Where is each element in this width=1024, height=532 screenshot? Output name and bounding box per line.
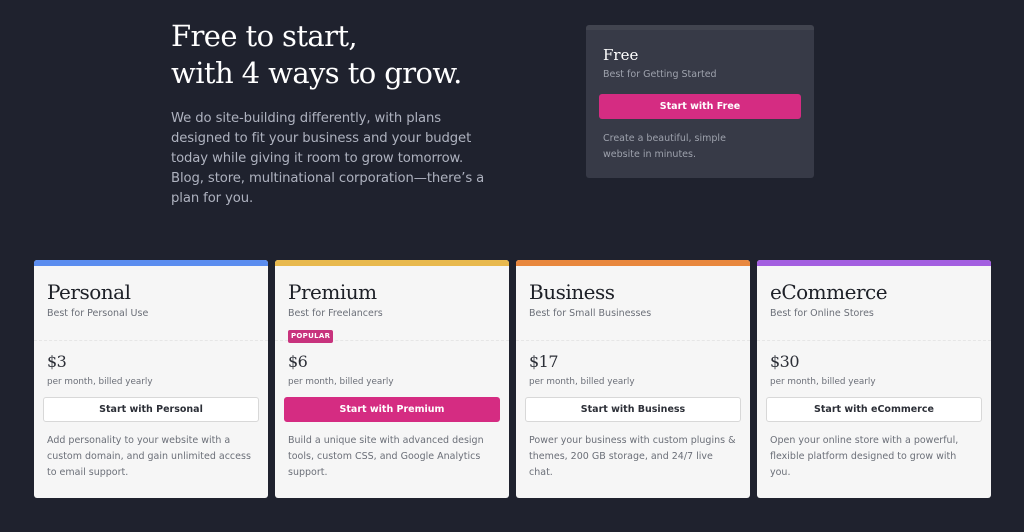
plan-card-personal: Personal Best for Personal Use $3 per mo… xyxy=(34,260,268,498)
hero-section: Free to start, with 4 ways to grow. We d… xyxy=(171,18,491,209)
plan-card-ecommerce: eCommerce Best for Online Stores $30 per… xyxy=(757,260,991,498)
plan-description: Open your online store with a powerful, … xyxy=(770,435,959,478)
plans-grid: Personal Best for Personal Use $3 per mo… xyxy=(34,260,991,498)
plan-price-note: per month, billed yearly xyxy=(288,377,394,387)
plan-card-premium: Premium Best for Freelancers POPULAR $6 … xyxy=(275,260,509,498)
free-plan-card: Free Best for Getting Started Start with… xyxy=(586,25,814,178)
plan-header: eCommerce Best for Online Stores xyxy=(757,266,991,341)
free-plan-name: Free xyxy=(603,46,639,64)
plan-subtitle: Best for Online Stores xyxy=(770,308,874,319)
plan-price-note: per month, billed yearly xyxy=(529,377,635,387)
plan-header: Premium Best for Freelancers POPULAR xyxy=(275,266,509,343)
hero-title-line1: Free to start, xyxy=(171,19,358,53)
hero-title-line2: with 4 ways to grow. xyxy=(171,56,462,90)
plan-subtitle: Best for Personal Use xyxy=(47,308,149,319)
start-with-ecommerce-button[interactable]: Start with eCommerce xyxy=(766,397,982,422)
plan-subtitle: Best for Freelancers xyxy=(288,308,383,319)
hero-description: We do site-building differently, with pl… xyxy=(171,111,485,206)
plan-card-business: Business Best for Small Businesses $17 p… xyxy=(516,260,750,498)
popular-badge: POPULAR xyxy=(288,330,334,343)
start-with-premium-button[interactable]: Start with Premium xyxy=(284,397,500,422)
plan-name: Premium xyxy=(288,280,377,304)
plan-price: $30 xyxy=(770,352,800,371)
plan-subtitle: Best for Small Businesses xyxy=(529,308,652,319)
start-with-free-button[interactable]: Start with Free xyxy=(599,94,801,119)
free-plan-subtitle: Best for Getting Started xyxy=(603,69,717,80)
plan-name: Business xyxy=(529,280,615,304)
start-with-personal-button[interactable]: Start with Personal xyxy=(43,397,259,422)
plan-description: Power your business with custom plugins … xyxy=(529,435,736,478)
plan-name: Personal xyxy=(47,280,131,304)
plan-body: $17 per month, billed yearly Start with … xyxy=(516,341,750,481)
plan-header: Personal Best for Personal Use xyxy=(34,266,268,341)
hero-title: Free to start, with 4 ways to grow. xyxy=(171,18,491,92)
plan-price: $17 xyxy=(529,352,559,371)
plan-body: $3 per month, billed yearly Start with P… xyxy=(34,341,268,481)
plan-body: $6 per month, billed yearly Start with P… xyxy=(275,341,509,481)
free-plan-description: Create a beautiful, simple website in mi… xyxy=(603,133,726,160)
plan-header: Business Best for Small Businesses xyxy=(516,266,750,341)
plan-price-note: per month, billed yearly xyxy=(770,377,876,387)
plan-price: $3 xyxy=(47,352,67,371)
plan-price: $6 xyxy=(288,352,308,371)
plan-description: Add personality to your website with a c… xyxy=(47,435,251,478)
plan-description: Build a unique site with advanced design… xyxy=(288,435,484,478)
plan-price-note: per month, billed yearly xyxy=(47,377,153,387)
plan-body: $30 per month, billed yearly Start with … xyxy=(757,341,991,481)
plan-name: eCommerce xyxy=(770,280,888,304)
start-with-business-button[interactable]: Start with Business xyxy=(525,397,741,422)
